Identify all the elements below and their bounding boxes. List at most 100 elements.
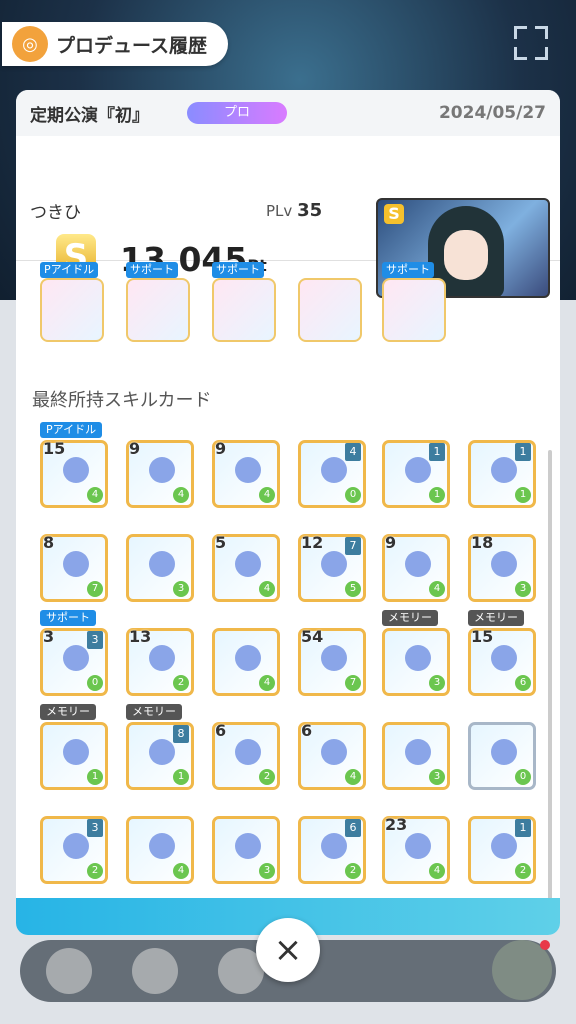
- skill-card-icon: [405, 457, 431, 483]
- skill-card[interactable]: 11: [382, 440, 450, 508]
- skill-card-energy: 0: [515, 769, 531, 785]
- skill-card-energy: 2: [173, 675, 189, 691]
- skill-card-icon: [321, 551, 347, 577]
- skill-card-icon: [149, 739, 175, 765]
- record-card: 定期公演『初』 プロ 2024/05/27 つきひ PLv 35 S 13,04…: [16, 90, 560, 935]
- skill-card[interactable]: 1: [40, 722, 108, 790]
- skill-card[interactable]: 13 2: [126, 627, 194, 696]
- skill-card-count: 12: [301, 533, 324, 552]
- ramen-item[interactable]: [126, 278, 190, 342]
- skill-card-count: 15: [471, 627, 494, 646]
- skill-card[interactable]: 94: [212, 439, 280, 508]
- skill-card[interactable]: 4: [126, 816, 194, 884]
- skill-card[interactable]: 54 7: [298, 627, 366, 696]
- skill-card[interactable]: 87: [40, 533, 108, 602]
- item-tag: サポート: [382, 262, 434, 278]
- skill-card-icon: [235, 739, 261, 765]
- skill-card-count: 5: [215, 533, 227, 552]
- skill-card-energy: 4: [173, 863, 189, 879]
- skill-card[interactable]: 54: [212, 533, 280, 602]
- skill-card-cost: 3: [87, 631, 103, 649]
- skill-card[interactable]: 3: [212, 816, 280, 884]
- skill-card-energy: 2: [259, 769, 275, 785]
- earphones-item[interactable]: [40, 278, 104, 342]
- skill-card-cost: 1: [429, 443, 445, 461]
- skill-card[interactable]: 94: [126, 439, 194, 508]
- calendar-icon[interactable]: [132, 948, 178, 994]
- home-icon[interactable]: [46, 948, 92, 994]
- skill-card-cost: 6: [345, 819, 361, 837]
- skill-card-energy: 4: [345, 769, 361, 785]
- skill-card[interactable]: 3: [126, 534, 194, 602]
- skill-card[interactable]: 11: [468, 440, 536, 508]
- skill-card[interactable]: 62: [298, 816, 366, 884]
- skill-card-cost: 8: [173, 725, 189, 743]
- skill-card[interactable]: 40: [298, 440, 366, 508]
- skill-card-energy: 3: [429, 769, 445, 785]
- skill-card-icon: [149, 457, 175, 483]
- skill-card-tag: メモリー: [382, 610, 438, 626]
- bracelet-item[interactable]: [298, 278, 362, 342]
- skill-card-icon: [491, 833, 517, 859]
- skill-card-icon: [149, 833, 175, 859]
- skill-card[interactable]: 15 6: [468, 627, 536, 696]
- skill-card-count: 9: [385, 533, 397, 552]
- skill-card-energy: 1: [87, 769, 103, 785]
- skill-card-energy: 0: [345, 487, 361, 503]
- box-item[interactable]: [382, 278, 446, 342]
- skill-card[interactable]: 94: [382, 533, 450, 602]
- skill-card[interactable]: 0: [468, 722, 536, 790]
- notification-dot: [540, 940, 550, 950]
- skill-card-energy: 2: [515, 863, 531, 879]
- skill-card[interactable]: 3: [382, 628, 450, 696]
- scrollbar[interactable]: [548, 450, 552, 900]
- skill-card-count: 9: [129, 439, 141, 458]
- skill-card[interactable]: 18 3: [468, 533, 536, 602]
- skill-card-energy: 2: [87, 863, 103, 879]
- plv-label: PLv: [266, 202, 293, 220]
- towel-item[interactable]: [212, 278, 276, 342]
- skill-card[interactable]: 3: [382, 722, 450, 790]
- skill-card[interactable]: 32: [40, 816, 108, 884]
- skill-card-energy: 7: [345, 675, 361, 691]
- skill-card-tag: メモリー: [468, 610, 524, 626]
- skill-card-cost: 4: [345, 443, 361, 461]
- skill-card-energy: 4: [87, 487, 103, 503]
- skill-card-energy: 4: [259, 581, 275, 597]
- skill-card[interactable]: 81: [126, 722, 194, 790]
- skill-card-icon: [491, 457, 517, 483]
- skill-card-energy: 4: [173, 487, 189, 503]
- skill-card[interactable]: 12 7 5: [298, 533, 366, 602]
- skill-card-energy: 0: [87, 675, 103, 691]
- skill-card-energy: 5: [345, 581, 361, 597]
- plv: PLv 35: [266, 200, 322, 221]
- skill-card-icon: [235, 551, 261, 577]
- skill-card[interactable]: 15 4: [40, 439, 108, 508]
- skill-card-icon: [321, 457, 347, 483]
- skill-card-energy: 3: [429, 675, 445, 691]
- skill-card[interactable]: 3 3 0: [40, 627, 108, 696]
- producer-name: つきひ: [30, 203, 81, 223]
- skill-card-energy: 4: [429, 581, 445, 597]
- skill-card[interactable]: 64: [298, 721, 366, 790]
- skill-card[interactable]: 62: [212, 721, 280, 790]
- skill-card[interactable]: 4: [212, 628, 280, 696]
- skill-card-icon: [405, 551, 431, 577]
- record-date: 2024/05/27: [438, 103, 546, 123]
- skill-card-energy: 1: [515, 487, 531, 503]
- close-button[interactable]: ×: [256, 918, 320, 982]
- skill-card[interactable]: 23 4: [382, 815, 450, 884]
- skill-card-cost: 7: [345, 537, 361, 555]
- skill-card-count: 8: [43, 533, 55, 552]
- skill-card-count: 54: [301, 627, 324, 646]
- skill-card-energy: 7: [87, 581, 103, 597]
- skill-card-icon: [405, 833, 431, 859]
- skill-card[interactable]: 12: [468, 816, 536, 884]
- skill-card-icon: [321, 645, 347, 671]
- skill-card-count: 9: [215, 439, 227, 458]
- expand-icon[interactable]: [514, 26, 548, 60]
- record-info: つきひ PLv 35 S 13,045Pt S: [16, 136, 560, 298]
- skill-card-energy: 4: [429, 863, 445, 879]
- skill-card-energy: 1: [429, 487, 445, 503]
- skill-card-energy: 3: [173, 581, 189, 597]
